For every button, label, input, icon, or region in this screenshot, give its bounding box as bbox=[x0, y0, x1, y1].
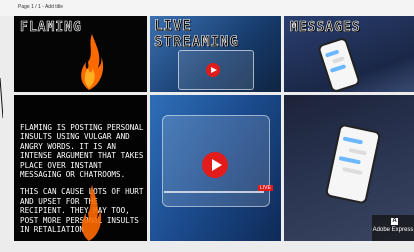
messages-title: MESSAGES bbox=[290, 20, 361, 36]
fire-icon bbox=[81, 185, 102, 241]
flaming-tile[interactable]: FLAMING bbox=[14, 16, 147, 92]
description-paragraph: Flaming is posting personal insults usin… bbox=[20, 123, 144, 180]
live-streaming-title: LIVE STREAMING bbox=[154, 18, 239, 51]
message-bubble bbox=[324, 49, 340, 58]
live-badge: LIVE bbox=[258, 185, 273, 191]
flaming-title: FLAMING bbox=[20, 20, 82, 36]
live-title-line1: LIVE bbox=[154, 18, 192, 35]
video-tile[interactable]: LIVE bbox=[150, 95, 281, 241]
phone-image bbox=[317, 36, 361, 92]
adobe-logo-icon: A bbox=[391, 218, 398, 225]
message-bubble bbox=[342, 167, 363, 176]
brand-label: Adobe Express bbox=[372, 227, 414, 233]
phone-image bbox=[324, 123, 382, 205]
page-toolbar: Page 1 / 1 - Add title bbox=[0, 0, 414, 16]
description-tile[interactable]: Flaming is posting personal insults usin… bbox=[14, 95, 147, 241]
message-bubble bbox=[338, 155, 361, 165]
play-icon[interactable] bbox=[202, 152, 228, 178]
live-title-line2: STREAMING bbox=[154, 34, 239, 51]
message-bubble bbox=[329, 64, 347, 73]
adobe-express-badge[interactable]: A Adobe Express bbox=[372, 215, 414, 241]
play-icon[interactable] bbox=[206, 63, 220, 77]
pointer-arrow-icon bbox=[0, 78, 3, 119]
message-bubble bbox=[332, 56, 345, 64]
message-bubble bbox=[342, 136, 364, 145]
fire-icon bbox=[81, 34, 104, 90]
message-bubble bbox=[348, 147, 367, 156]
video-progress-bar[interactable] bbox=[164, 191, 264, 193]
live-streaming-tile[interactable]: LIVE STREAMING bbox=[150, 16, 281, 92]
messages-tile[interactable]: MESSAGES bbox=[284, 16, 414, 92]
page-label[interactable]: Page 1 / 1 - Add title bbox=[18, 4, 63, 10]
